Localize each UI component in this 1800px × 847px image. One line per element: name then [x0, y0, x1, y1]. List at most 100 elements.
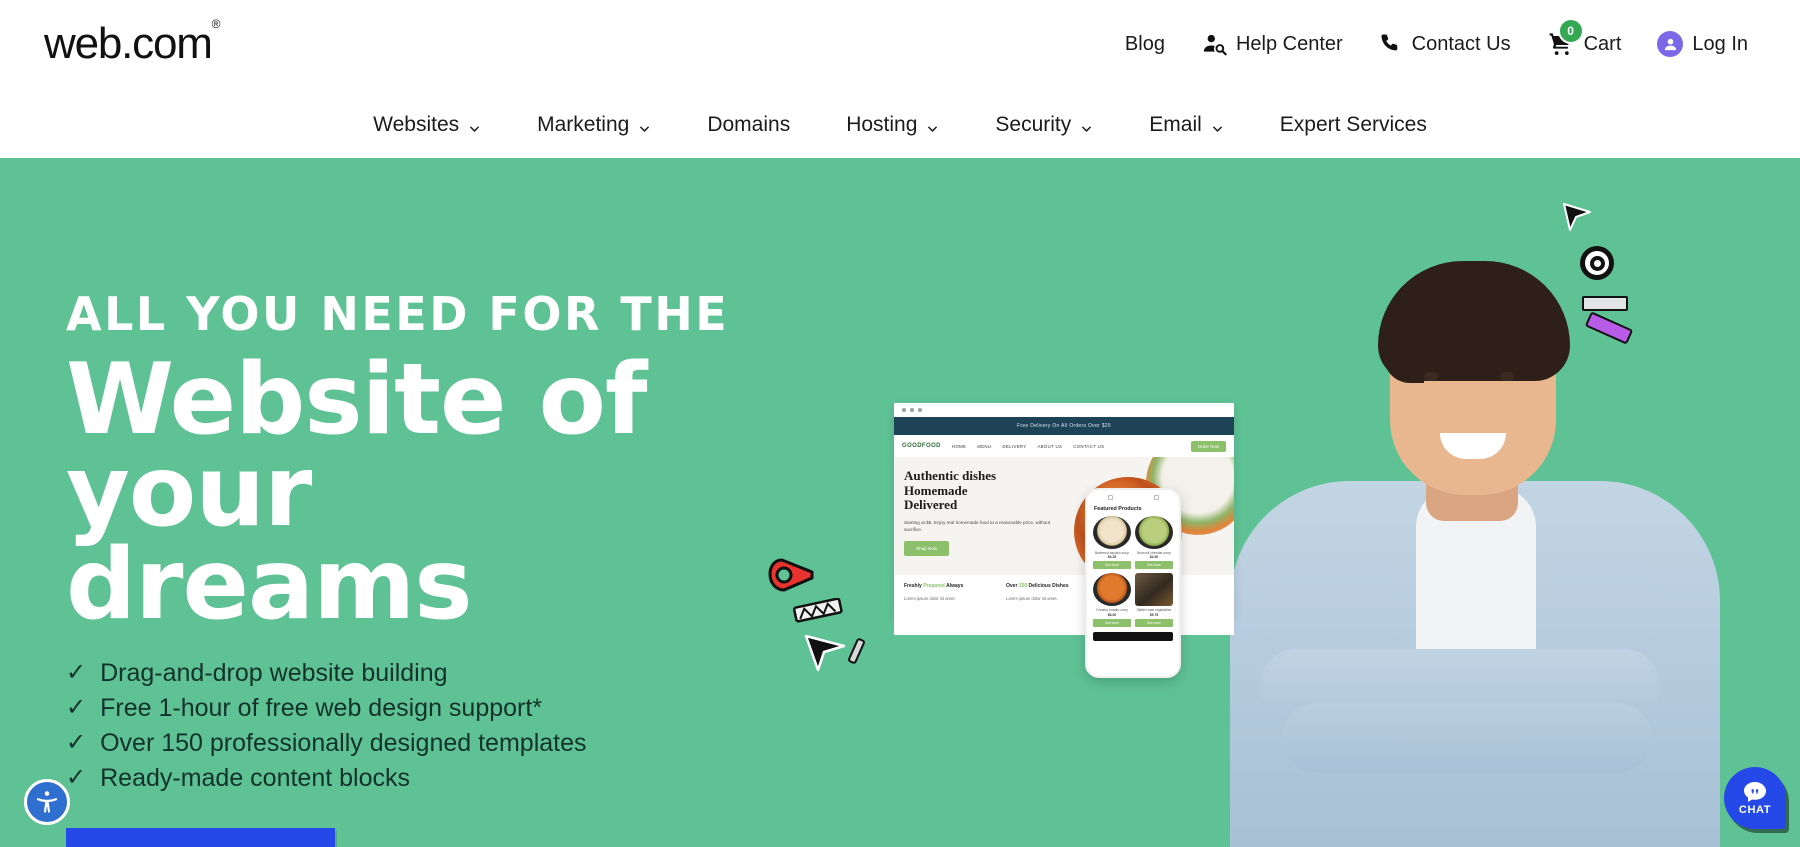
hero-artwork: Free Delivery On All Orders Over $25 GOO… [768, 158, 1800, 847]
nav-item-marketing[interactable]: Marketing [509, 100, 679, 150]
utility-link-log-in-label: Log In [1692, 32, 1748, 55]
person-hair [1378, 261, 1570, 383]
mockup-shop-now-button: Shop Now [904, 541, 950, 556]
cart-count-badge: 0 [1557, 18, 1584, 44]
nav-item-security-label: Security [995, 113, 1072, 136]
chat-widget-label: CHAT [1738, 803, 1772, 816]
product-price: $4.50 [1149, 555, 1159, 560]
utility-link-contact-us-label: Contact Us [1411, 32, 1511, 55]
nav-item-marketing-label: Marketing [537, 113, 630, 136]
mockup-heading: Authentic dishes Homemade Delivered [904, 468, 996, 513]
product-price: $6.00 [1107, 612, 1117, 617]
nav-item-security[interactable]: Security [967, 100, 1121, 150]
mockup-column-title-accent: Prepared [923, 583, 945, 589]
mockup-hero: Authentic dishes Homemade Delivered Star… [894, 457, 1234, 575]
list-item-label: Ready-made content blocks [100, 763, 410, 792]
utility-nav-row: web.com® Blog Help Center Contact Us 0 C… [0, 0, 1800, 100]
mockup-column-title-plain: Over [1006, 583, 1018, 589]
nav-item-hosting-label: Hosting [846, 113, 918, 136]
grey-stick-shape-icon [847, 637, 866, 665]
phone-toolbar [1087, 490, 1179, 504]
product-button: See more [1093, 618, 1131, 627]
nav-item-websites[interactable]: Websites [345, 100, 509, 150]
hero-headline: Website of your dreams [66, 351, 846, 633]
accessibility-widget-button[interactable] [24, 779, 70, 825]
cursor-arrow-icon [1560, 200, 1594, 239]
mockup-heading-line2: Homemade [904, 482, 968, 498]
nav-item-hosting[interactable]: Hosting [818, 100, 967, 150]
chevron-down-icon [468, 117, 481, 132]
product-price: $4.25 [1107, 555, 1117, 560]
product-button: See more [1093, 561, 1131, 570]
utility-links: Blog Help Center Contact Us 0 Cart Log I… [1115, 18, 1766, 64]
accessibility-icon [34, 789, 60, 815]
chat-bubble-icon [1743, 781, 1767, 803]
phone-product-card: Broccoli cheddar soup $4.50 See more [1135, 516, 1173, 570]
mockup-nav-link: MENU [977, 443, 992, 449]
utility-link-contact-us[interactable]: Contact Us [1361, 24, 1529, 64]
nav-item-domains-label: Domains [707, 113, 791, 136]
utility-link-blog-label: Blog [1124, 32, 1165, 55]
list-item: ✓ Drag-and-drop website building [66, 660, 846, 686]
main-nav: Websites Marketing Domains Hosting Secur… [0, 92, 1800, 158]
nav-item-websites-label: Websites [373, 113, 460, 136]
target-rings-icon [1580, 246, 1614, 280]
list-item-label: Free 1-hour of free web design support* [100, 693, 543, 722]
mockup-nav-link: CONTACT US [1073, 443, 1105, 449]
browser-dot-icon [918, 408, 922, 412]
browser-titlebar [894, 403, 1234, 417]
check-icon: ✓ [66, 693, 87, 721]
mockup-column-title-accent: 150 [1018, 583, 1028, 589]
phone-icon [1379, 32, 1403, 56]
utility-link-cart[interactable]: 0 Cart [1529, 18, 1640, 64]
hero-section: ALL YOU NEED FOR THE Website of your dre… [0, 158, 1800, 847]
product-button: See more [1135, 561, 1173, 570]
utility-link-log-in[interactable]: Log In [1639, 24, 1766, 64]
mockup-column-title: Freshly Prepared Always [904, 583, 996, 591]
chat-widget-button[interactable]: CHAT [1724, 767, 1786, 839]
site-header: web.com® Blog Help Center Contact Us 0 C… [0, 0, 1800, 158]
site-logo[interactable]: web.com® [44, 18, 220, 68]
nav-item-expert-services[interactable]: Expert Services [1252, 100, 1455, 150]
hero-headline-line2: dreams [66, 527, 473, 642]
product-price: $5.75 [1149, 612, 1159, 617]
webcom-homepage: web.com® Blog Help Center Contact Us 0 C… [0, 0, 1800, 847]
nav-item-domains[interactable]: Domains [679, 100, 818, 150]
chevron-down-icon [1211, 117, 1224, 132]
utility-link-cart-label: Cart [1583, 32, 1622, 55]
mockup-nav-link: DELIVERY [1002, 443, 1027, 449]
mockup-column: Freshly Prepared Always Lorem ipsum dolo… [904, 583, 996, 627]
person-arm-lower [1282, 703, 1652, 773]
product-image [1093, 573, 1131, 607]
hero-headline-line1: Website of your [66, 343, 648, 550]
phone-product-card: Butternut squash soup $4.25 See more [1093, 516, 1131, 570]
start-creating-button[interactable]: START CREATING [66, 827, 335, 847]
mockup-column-title-rest: Delicious Dishes [1028, 583, 1069, 589]
check-icon: ✓ [66, 763, 87, 791]
browser-dot-icon [910, 408, 914, 412]
phone-product-card: Creamy tomato curry $6.00 See more [1093, 573, 1131, 627]
hero-eyebrow: ALL YOU NEED FOR THE [66, 287, 730, 341]
phone-product-grid: Butternut squash soup $4.25 See more Bro… [1087, 516, 1179, 627]
mockup-promo-bar: Free Delivery On All Orders Over $25 [894, 417, 1234, 435]
check-icon: ✓ [66, 728, 87, 756]
phone-bottom-bar [1093, 631, 1173, 641]
list-item: ✓ Free 1-hour of free web design support… [66, 693, 846, 722]
utility-link-help-center[interactable]: Help Center [1183, 24, 1361, 64]
person-eye-right [1500, 372, 1514, 381]
chat-widget-bubble: CHAT [1724, 767, 1786, 829]
logo-text: web.com [44, 19, 213, 68]
mockup-order-now-button: Order Now [1190, 440, 1226, 452]
mockup-nav-link: HOME [951, 443, 967, 449]
utility-link-help-center-label: Help Center [1235, 32, 1343, 55]
utility-link-blog[interactable]: Blog [1115, 24, 1183, 64]
nav-item-email[interactable]: Email [1121, 100, 1252, 150]
person-search-icon [1201, 31, 1227, 57]
chevron-down-icon [638, 117, 651, 132]
hero-person-photo [1212, 251, 1742, 847]
logo-registered-mark: ® [211, 17, 221, 32]
zigzag-ruler-icon [792, 597, 844, 629]
mockup-column-title-plain: Freshly [904, 583, 922, 589]
location-pin-icon [768, 558, 814, 600]
phone-mockup: Featured Products Butternut squash soup … [1085, 488, 1181, 678]
